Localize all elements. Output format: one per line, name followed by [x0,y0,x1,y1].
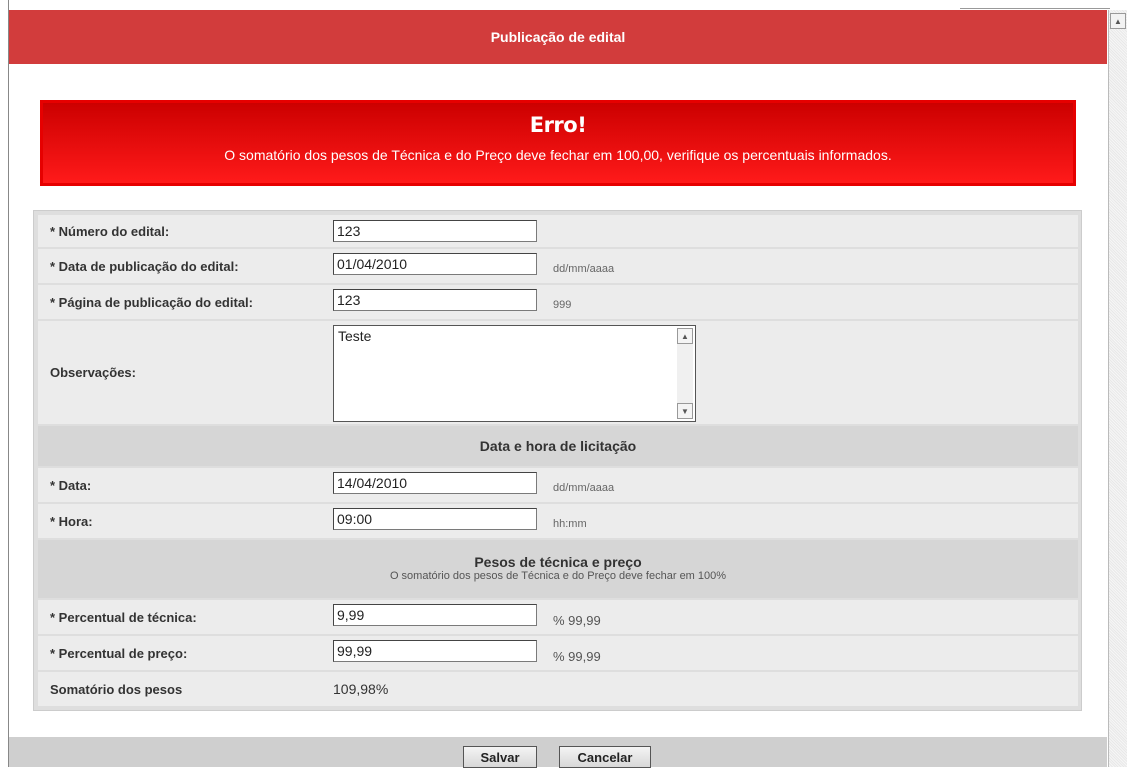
perc-tecnica-hint: % 99,99 [553,613,601,628]
top-strip [0,0,1127,10]
hora-label: * Hora: [50,513,93,529]
perc-preco-label: * Percentual de preço: [50,645,188,661]
row-somatorio: Somatório dos pesos 109,98% [38,672,1078,706]
pagina-label: * Página de publicação do edital: [50,294,253,310]
row-pagina: * Página de publicação do edital: 123 99… [38,285,1078,319]
cancel-button[interactable]: Cancelar [559,746,651,768]
perc-preco-input[interactable]: 99,99 [333,640,537,662]
save-button[interactable]: Salvar [463,746,537,768]
section-pesos-title: Pesos de técnica e preço [474,554,642,570]
dialog-title: Publicação de edital [9,10,1107,64]
row-hora: * Hora: 09:00 hh:mm [38,504,1078,538]
pagina-input[interactable]: 123 [333,289,537,311]
observacoes-label: Observações: [50,365,136,380]
error-title: Erro! [529,113,587,137]
textarea-scrollbar[interactable]: ▲ ▼ [677,328,693,419]
dialog-footer: Salvar Cancelar [9,737,1107,768]
section-pesos: Pesos de técnica e preço O somatório dos… [38,540,1078,598]
section-licitacao: Data e hora de licitação [38,426,1078,466]
edital-form: * Número do edital: 123 * Data de public… [33,210,1082,711]
row-numero: * Número do edital: 123 [38,215,1078,247]
error-banner: Erro! O somatório dos pesos de Técnica e… [40,100,1076,186]
perc-tecnica-label: * Percentual de técnica: [50,609,197,625]
scroll-up-arrow-icon[interactable]: ▲ [677,328,693,344]
numero-label: * Número do edital: [50,223,170,239]
data-publicacao-input[interactable]: 01/04/2010 [333,253,537,275]
window-scrollbar[interactable]: ▲ [1108,10,1127,767]
row-perc-preco: * Percentual de preço: 99,99 % 99,99 [38,636,1078,670]
row-data: * Data: 14/04/2010 dd/mm/aaaa [38,468,1078,502]
error-message: O somatório dos pesos de Técnica e do Pr… [224,147,892,163]
observacoes-textarea[interactable]: Teste ▲ ▼ [333,325,696,422]
somatorio-label: Somatório dos pesos [50,681,183,697]
somatorio-value: 109,98% [333,681,389,697]
scroll-up-arrow-icon[interactable]: ▲ [1110,13,1126,29]
row-perc-tecnica: * Percentual de técnica: 9,99 % 99,99 [38,600,1078,634]
left-border [0,0,9,767]
scroll-down-arrow-icon[interactable]: ▼ [677,403,693,419]
data-label: * Data: [50,477,92,493]
perc-tecnica-input[interactable]: 9,99 [333,604,537,626]
dialog-window: Publicação de edital Erro! O somatório d… [9,10,1107,768]
data-hint: dd/mm/aaaa [553,482,615,494]
section-pesos-subtitle: O somatório dos pesos de Técnica e do Pr… [389,570,727,582]
observacoes-text: Teste [338,328,372,344]
data-publicacao-hint: dd/mm/aaaa [553,263,615,275]
section-licitacao-title: Data e hora de licitação [479,438,637,454]
numero-input[interactable]: 123 [333,220,537,242]
perc-preco-hint: % 99,99 [553,649,601,664]
hora-input[interactable]: 09:00 [333,508,537,530]
data-input[interactable]: 14/04/2010 [333,472,537,494]
hora-hint: hh:mm [553,518,587,530]
row-data-publicacao: * Data de publicação do edital: 01/04/20… [38,249,1078,283]
pagina-hint: 999 [553,299,572,311]
data-publicacao-label: * Data de publicação do edital: [50,258,239,274]
row-observacoes: Observações: Teste ▲ ▼ [38,321,1078,424]
